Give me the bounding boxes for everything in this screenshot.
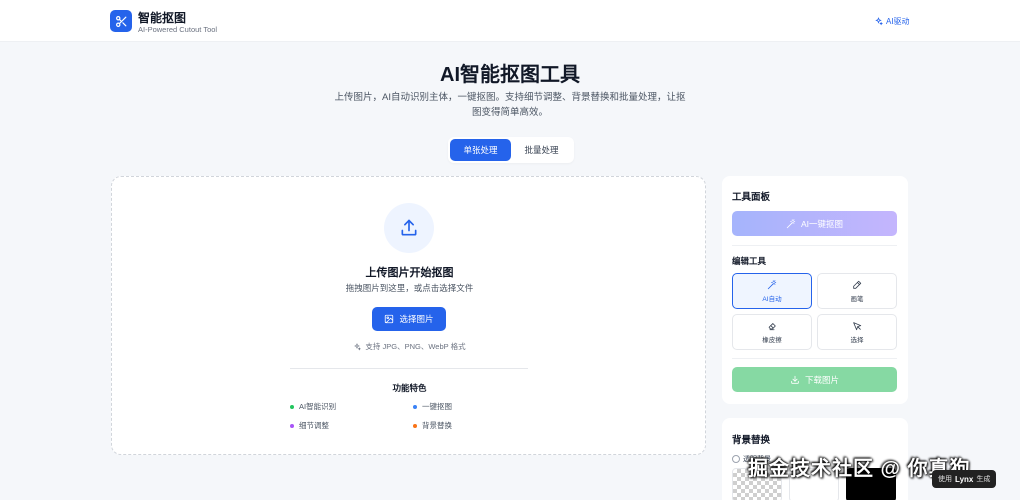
upload-hint: 拖拽图片到这里，或点击选择文件: [345, 283, 474, 293]
lynx-badge-suffix: 生成: [976, 476, 991, 483]
feature-dot-green: [290, 404, 294, 409]
sparkle-icon: [875, 17, 883, 26]
brand-name: 智能抠图: [138, 11, 187, 25]
upload-dropzone[interactable]: 上传图片开始抠图 拖拽图片到这里，或点击选择文件 选择图片 支持 JPG、PNG…: [111, 176, 706, 455]
select-image-button[interactable]: 选择图片: [372, 307, 446, 331]
magic-wand-icon: [767, 279, 777, 289]
tool-ai-auto[interactable]: AI自动: [732, 273, 812, 309]
feature-dot-orange: [413, 423, 417, 428]
ai-cutout-label: AI一键抠图: [800, 218, 844, 229]
feature-item: 背景替换: [413, 420, 452, 431]
tool-label: 橡皮擦: [762, 336, 782, 344]
lynx-badge: 使用 Lynx 生成: [932, 470, 997, 488]
tab-single[interactable]: 单张处理: [450, 139, 511, 161]
ai-powered-badge: AI驱动: [874, 16, 910, 27]
mode-tabs: 单张处理 批量处理: [448, 137, 574, 163]
tool-label: 画笔: [850, 295, 864, 303]
feature-item: 细节调整: [290, 420, 329, 431]
brand-subtitle: AI-Powered Cutout Tool: [138, 25, 218, 34]
feature-label: 背景替换: [422, 421, 452, 430]
cursor-icon: [853, 321, 862, 330]
transparent-bg-radio[interactable]: [732, 455, 740, 463]
feature-item: 一键抠图: [413, 401, 452, 412]
lynx-badge-brand: Lynx: [955, 474, 974, 484]
feature-dot-blue: [413, 404, 417, 409]
feature-item: AI智能识别: [290, 401, 336, 412]
divider: [732, 245, 897, 246]
ai-cutout-button[interactable]: AI一键抠图: [732, 211, 897, 236]
feature-label: 细节调整: [299, 421, 329, 430]
download-button[interactable]: 下载图片: [732, 367, 897, 392]
feature-label: AI智能识别: [299, 402, 337, 411]
features-title: 功能特色: [392, 383, 427, 393]
tool-label: 选择: [850, 336, 864, 344]
tool-panel: 工具面板 AI一键抠图 编辑工具 AI自动 画笔 橡皮擦 选择 下载图片: [722, 176, 908, 404]
download-label: 下载图片: [804, 374, 839, 385]
select-image-label: 选择图片: [399, 314, 434, 324]
tool-eraser[interactable]: 橡皮擦: [732, 314, 812, 350]
upload-title: 上传图片开始抠图: [365, 267, 454, 279]
supported-formats-label: 支持 JPG、PNG、WebP 格式: [365, 342, 466, 351]
ai-powered-label: AI驱动: [886, 17, 910, 26]
brush-icon: [853, 280, 862, 289]
sparkle-icon: [354, 342, 362, 350]
background-panel-title: 背景替换: [732, 435, 771, 446]
divider: [732, 358, 897, 359]
page-description: 上传图片，AI自动识别主体，一键抠图。支持细节调整、背景替换和批量处理，让抠图变…: [334, 92, 686, 118]
tool-brush[interactable]: 画笔: [817, 273, 897, 309]
eraser-icon: [768, 322, 776, 330]
divider: [290, 368, 528, 369]
tool-label: AI自动: [762, 295, 782, 303]
page-title: AI智能抠图工具: [440, 64, 580, 86]
download-icon: [791, 375, 799, 384]
tool-select[interactable]: 选择: [817, 314, 897, 350]
magic-wand-icon: [786, 218, 796, 228]
lynx-badge-prefix: 使用: [938, 476, 952, 483]
edit-tools-title: 编辑工具: [732, 256, 767, 266]
supported-formats: 支持 JPG、PNG、WebP 格式: [112, 341, 707, 352]
feature-label: 一键抠图: [422, 402, 452, 411]
upload-icon: [384, 203, 434, 253]
image-icon: [385, 314, 394, 324]
feature-dot-purple: [290, 423, 294, 428]
tab-batch[interactable]: 批量处理: [511, 139, 572, 161]
scissors-logo-icon[interactable]: [110, 10, 132, 32]
app-header: 智能抠图 AI-Powered Cutout Tool AI驱动: [0, 0, 1020, 42]
tool-panel-title: 工具面板: [732, 192, 771, 203]
